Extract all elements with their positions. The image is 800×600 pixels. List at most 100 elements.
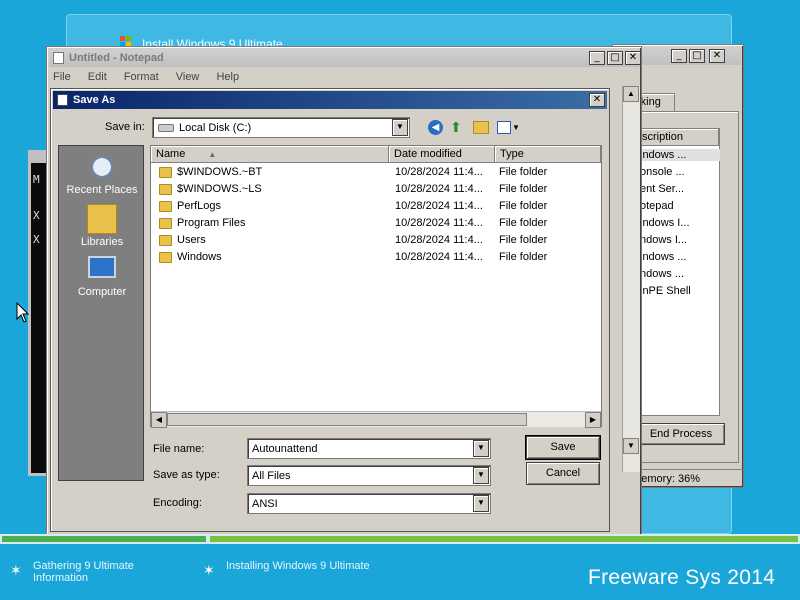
minimize-button[interactable]: _ <box>589 51 605 65</box>
menu-file[interactable]: File <box>53 71 71 83</box>
up-folder-icon[interactable]: ⬆ <box>450 119 466 135</box>
file-type: File folder <box>499 183 548 195</box>
filename-input[interactable]: Autounattend ▼ <box>247 438 491 459</box>
save-button[interactable]: Save <box>526 436 600 459</box>
file-type: File folder <box>499 217 548 229</box>
scroll-right-button[interactable]: ▶ <box>585 412 601 428</box>
dialog-titlebar[interactable]: Save As ✕ <box>53 91 607 109</box>
column-date[interactable]: Date modified <box>389 146 495 163</box>
list-item[interactable]: ndows ... <box>640 268 720 280</box>
place-libraries[interactable]: Libraries <box>59 204 145 248</box>
file-row[interactable]: $WINDOWS.~LS 10/28/2024 11:4... File fol… <box>151 181 601 198</box>
step-installing: Installing Windows 9 Ultimate <box>226 560 370 572</box>
drive-icon <box>158 124 174 132</box>
scroll-down-button[interactable]: ▼ <box>623 438 639 454</box>
chevron-down-icon[interactable]: ▼ <box>392 119 408 136</box>
step-marker-icon: ✶ <box>10 562 22 578</box>
file-row[interactable]: Program Files 10/28/2024 11:4... File fo… <box>151 215 601 232</box>
encoding-value: ANSI <box>252 498 278 510</box>
file-name: Users <box>177 234 206 246</box>
encoding-select[interactable]: ANSI ▼ <box>247 493 491 514</box>
menu-view[interactable]: View <box>176 71 200 83</box>
file-row[interactable]: Users 10/28/2024 11:4... File folder <box>151 232 601 249</box>
minimize-button[interactable]: _ <box>671 49 687 63</box>
sort-up-icon: ▲ <box>208 150 217 159</box>
list-item[interactable]: indows ... <box>640 149 720 161</box>
scroll-up-button[interactable]: ▲ <box>623 86 639 102</box>
place-label: Libraries <box>80 236 124 248</box>
list-item[interactable]: ent Ser... <box>640 183 720 195</box>
file-name: Program Files <box>177 217 246 229</box>
dialog-title: Save As <box>73 94 116 106</box>
type-label: Save as type: <box>153 469 220 481</box>
chevron-down-icon[interactable]: ▼ <box>512 123 520 132</box>
save-type-select[interactable]: All Files ▼ <box>247 465 491 486</box>
file-row[interactable]: $WINDOWS.~BT 10/28/2024 11:4... File fol… <box>151 164 601 181</box>
folder-icon <box>159 201 172 212</box>
process-list[interactable]: scription indows ... onsole ... ent Ser.… <box>636 128 720 416</box>
menu-format[interactable]: Format <box>124 71 159 83</box>
list-item[interactable]: onsole ... <box>640 166 720 178</box>
back-icon[interactable]: ◀ <box>428 120 443 135</box>
notepad-scrollbar[interactable]: ▲ ▼ <box>622 86 640 472</box>
file-list[interactable]: Name ▲ Date modified Type $WINDOWS.~BT 1… <box>150 145 602 427</box>
file-type: File folder <box>499 200 548 212</box>
file-date: 10/28/2024 11:4... <box>395 251 483 263</box>
list-item[interactable]: indows I... <box>640 217 720 229</box>
maximize-button[interactable]: □ <box>689 49 705 63</box>
chevron-down-icon[interactable]: ▼ <box>473 495 489 512</box>
step-marker-icon: ✶ <box>203 562 215 578</box>
file-type: File folder <box>499 166 548 178</box>
save-in-value: Local Disk (C:) <box>179 122 252 134</box>
list-item[interactable]: inPE Shell <box>640 285 720 297</box>
menu-edit[interactable]: Edit <box>88 71 107 83</box>
horizontal-scrollbar[interactable]: ◀ ▶ <box>151 411 601 428</box>
folder-icon <box>159 252 172 263</box>
close-button[interactable]: ✕ <box>709 49 725 63</box>
console-line: X <box>33 209 40 222</box>
view-menu-icon[interactable] <box>497 121 511 134</box>
file-type: File folder <box>499 251 548 263</box>
maximize-button[interactable]: □ <box>607 51 623 65</box>
file-date: 10/28/2024 11:4... <box>395 217 483 229</box>
place-recent[interactable]: Recent Places <box>59 152 145 196</box>
save-in-select[interactable]: Local Disk (C:) ▼ <box>152 117 410 138</box>
scroll-left-button[interactable]: ◀ <box>151 412 167 428</box>
menu-bar: File Edit Format View Help <box>53 71 253 83</box>
notepad-titlebar[interactable]: Untitled - Notepad _ □ ✕ <box>49 49 641 67</box>
file-row[interactable]: Windows 10/28/2024 11:4... File folder <box>151 249 601 266</box>
folder-icon <box>159 235 172 246</box>
chevron-down-icon[interactable]: ▼ <box>473 440 489 457</box>
folder-icon <box>159 184 172 195</box>
close-button[interactable]: ✕ <box>589 93 605 107</box>
new-folder-icon[interactable] <box>473 121 489 134</box>
end-process-button[interactable]: End Process <box>637 423 725 445</box>
menu-help[interactable]: Help <box>216 71 239 83</box>
list-item[interactable]: indows ... <box>640 251 720 263</box>
step-gathering: Gathering 9 Ultimate Information <box>33 560 134 584</box>
close-button[interactable]: ✕ <box>625 51 641 65</box>
save-in-label: Save in: <box>105 121 145 133</box>
chevron-down-icon[interactable]: ▼ <box>473 467 489 484</box>
file-date: 10/28/2024 11:4... <box>395 200 483 212</box>
libraries-icon <box>87 204 117 234</box>
recent-places-icon <box>86 152 118 182</box>
file-date: 10/28/2024 11:4... <box>395 183 483 195</box>
list-item[interactable]: otepad <box>640 200 720 212</box>
save-type-value: All Files <box>252 470 291 482</box>
cancel-button[interactable]: Cancel <box>526 462 600 485</box>
file-row[interactable]: PerfLogs 10/28/2024 11:4... File folder <box>151 198 601 215</box>
filename-value: Autounattend <box>252 443 318 455</box>
column-description[interactable]: scription <box>637 129 719 146</box>
progress-step-1 <box>2 536 206 542</box>
column-name[interactable]: Name ▲ <box>151 146 389 163</box>
place-computer[interactable]: Computer <box>59 256 145 298</box>
list-item[interactable]: ndows I... <box>640 234 720 246</box>
notepad-icon <box>53 52 64 64</box>
column-type[interactable]: Type <box>495 146 601 163</box>
notepad-icon <box>57 94 68 106</box>
console-line: X <box>33 233 40 246</box>
encoding-label: Encoding: <box>153 497 202 509</box>
scroll-thumb[interactable] <box>167 413 527 426</box>
file-type: File folder <box>499 234 548 246</box>
